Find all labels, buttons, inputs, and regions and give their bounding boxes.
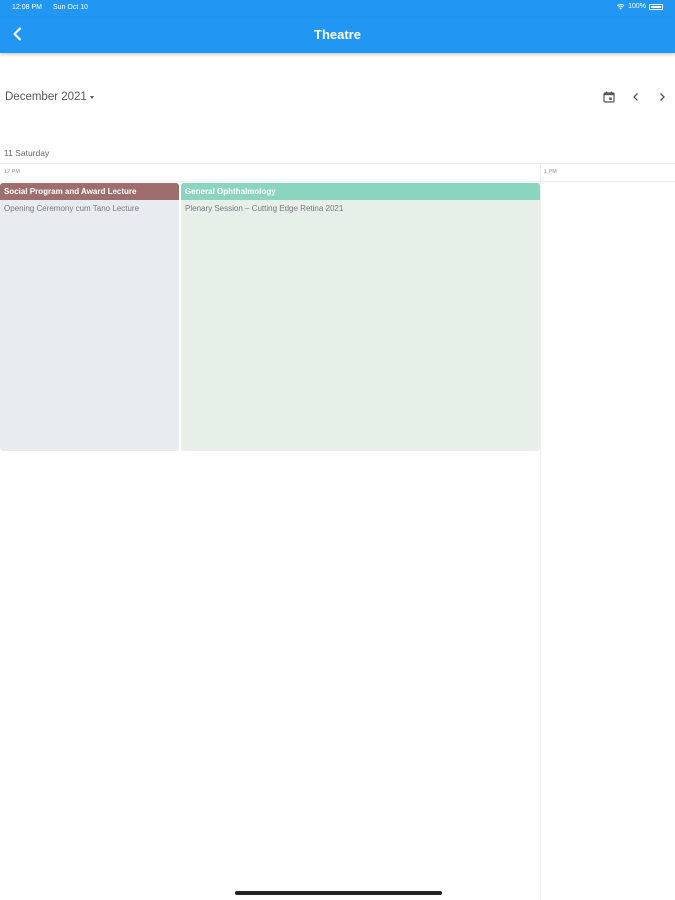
chevron-right-icon <box>660 93 665 101</box>
event-card[interactable]: Social Program and Award Lecture Opening… <box>0 183 179 451</box>
month-picker[interactable]: December 2021 <box>5 91 94 103</box>
chevron-left-icon <box>633 93 638 101</box>
status-date: Sun Oct 10 <box>53 4 89 11</box>
event-title: Plenary Session – Cutting Edge Retina 20… <box>185 204 344 213</box>
app-bar: Theatre <box>0 17 675 53</box>
battery-icon <box>649 3 663 10</box>
event-category: General Ophthalmology <box>181 183 540 200</box>
month-label: December 2021 <box>5 91 87 103</box>
home-indicator[interactable] <box>235 891 442 895</box>
event-card[interactable]: General Ophthalmology Plenary Session – … <box>181 183 540 451</box>
event-title: Opening Ceremony cum Tano Lecture <box>4 204 140 213</box>
calendar-icon <box>603 91 615 103</box>
battery-percent: 100% <box>628 3 646 10</box>
caret-down-icon <box>89 95 94 99</box>
time-header: 12 PM 1 PM <box>0 164 675 182</box>
today-button[interactable] <box>602 90 616 104</box>
time-tick-1pm: 1 PM <box>544 169 557 175</box>
page-title: Theatre <box>314 27 361 42</box>
time-tick-12pm: 12 PM <box>4 169 20 175</box>
wifi-icon <box>616 4 625 10</box>
hour-divider <box>540 163 541 900</box>
event-category: Social Program and Award Lecture <box>0 183 179 200</box>
status-bar: 12:08 PM Sun Oct 10 100% <box>0 0 675 17</box>
calendar-toolbar: December 2021 <box>0 86 675 110</box>
status-time: 12:08 PM <box>12 4 42 11</box>
next-button[interactable] <box>655 90 669 104</box>
day-label: 11 Saturday <box>4 148 50 158</box>
status-right: 100% <box>616 3 663 10</box>
previous-button[interactable] <box>629 90 643 104</box>
